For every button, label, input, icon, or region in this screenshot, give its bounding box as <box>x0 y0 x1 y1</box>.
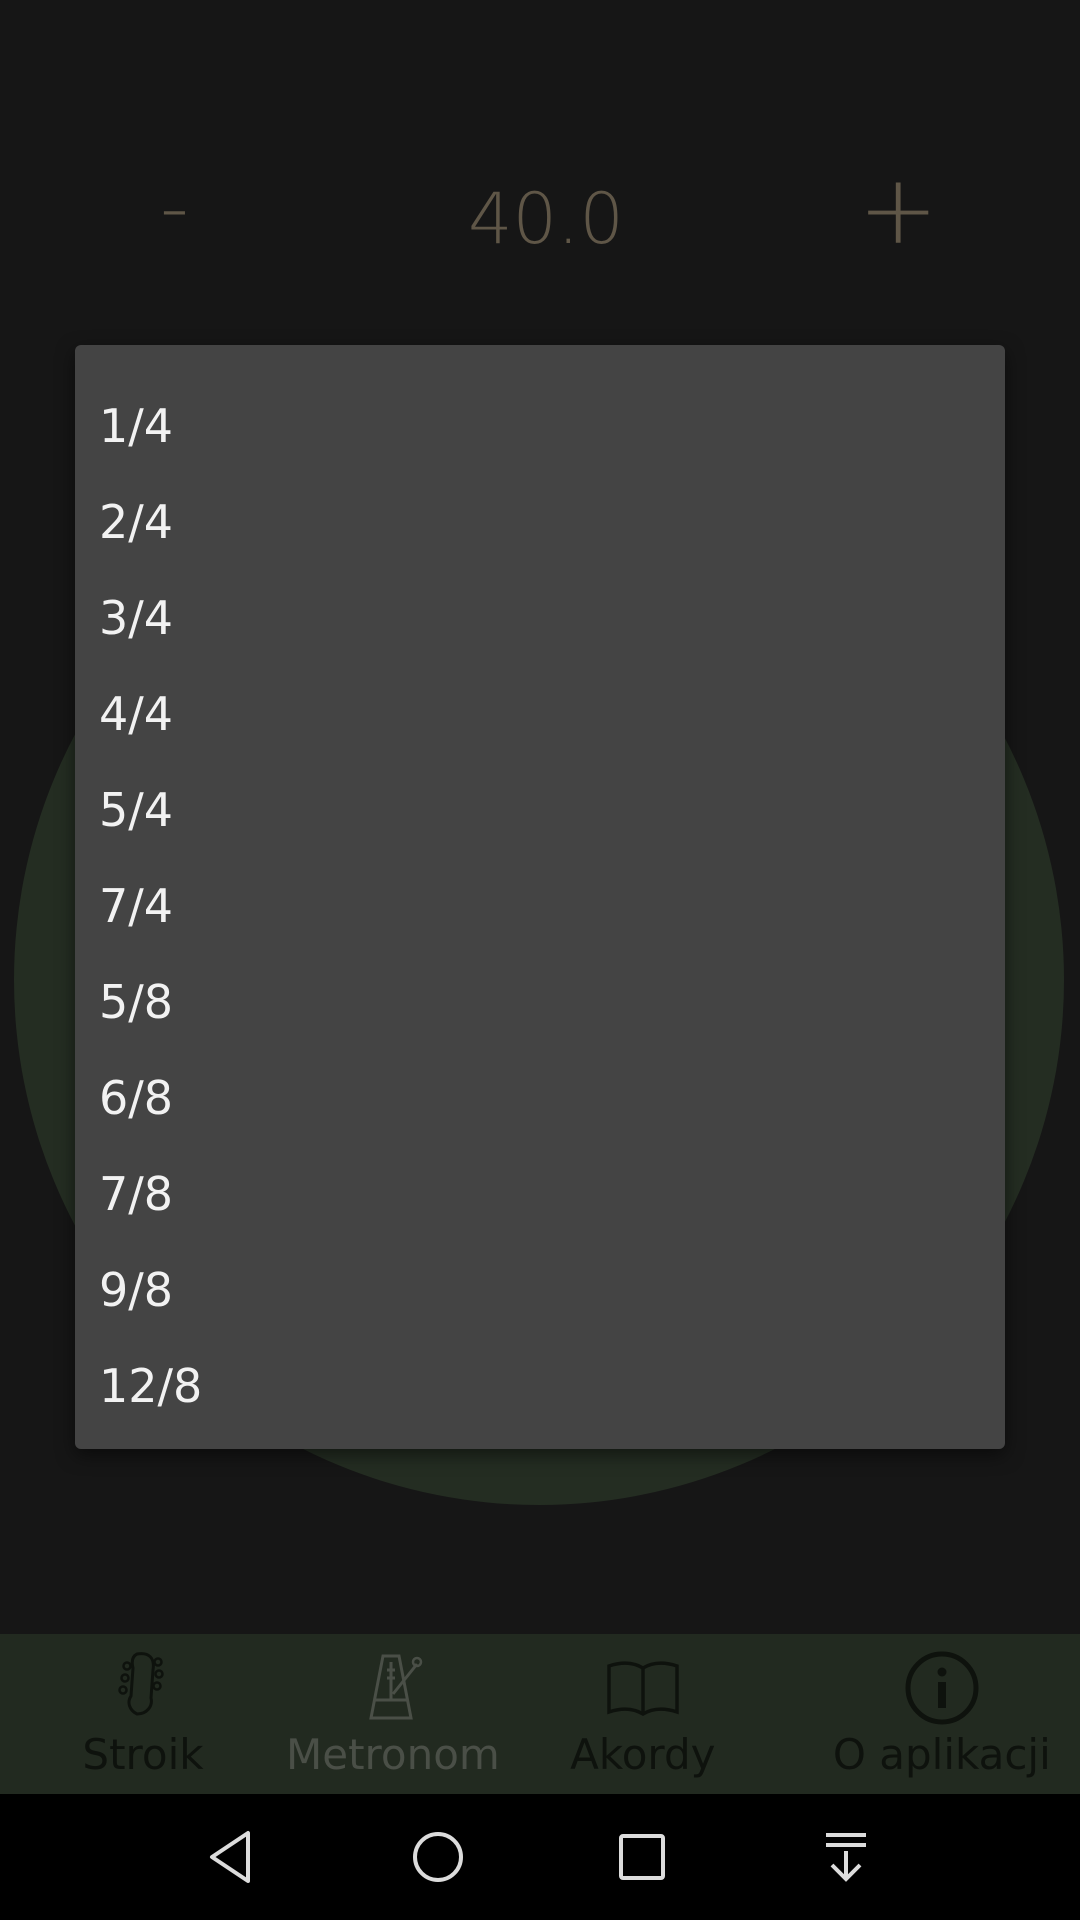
time-signature-option[interactable]: 4/4 <box>75 666 1005 762</box>
time-signature-option[interactable]: 7/4 <box>75 858 1005 954</box>
nav-item-metronom[interactable]: Metronom <box>286 1634 500 1794</box>
time-signature-option[interactable]: 5/8 <box>75 954 1005 1050</box>
open-book-icon <box>607 1661 679 1717</box>
nav-label-akordy: Akordy <box>570 1730 716 1779</box>
home-button[interactable] <box>336 1794 540 1920</box>
back-icon <box>210 1831 250 1883</box>
guitar-headstock-icon <box>118 1652 164 1716</box>
time-signature-option[interactable]: 2/4 <box>75 474 1005 570</box>
nav-item-stroik[interactable]: Stroik <box>0 1634 286 1794</box>
metronome-icon <box>369 1654 423 1720</box>
time-signature-popup: 1/4 2/4 3/4 4/4 5/4 7/4 5/8 6/8 7/8 9/8 … <box>75 345 1005 1449</box>
nav-item-o-aplikacji[interactable]: O aplikacji <box>786 1634 1080 1794</box>
recents-icon <box>619 1834 665 1880</box>
info-icon <box>905 1651 979 1725</box>
back-button[interactable] <box>132 1794 336 1920</box>
notifications-pull-button[interactable] <box>744 1794 948 1920</box>
nav-item-akordy[interactable]: Akordy <box>500 1634 786 1794</box>
time-signature-option[interactable]: 12/8 <box>75 1338 1005 1434</box>
time-signature-option[interactable]: 9/8 <box>75 1242 1005 1338</box>
home-icon <box>413 1832 463 1882</box>
time-signature-option[interactable]: 6/8 <box>75 1050 1005 1146</box>
time-signature-option[interactable]: 3/4 <box>75 570 1005 666</box>
metronome-screen: - 40.0 + Stroik Metronom Akordy O aplika… <box>0 0 1080 1920</box>
tempo-decrease-button[interactable]: - <box>160 168 189 248</box>
nav-label-metronom: Metronom <box>286 1730 500 1779</box>
recents-button[interactable] <box>540 1794 744 1920</box>
bottom-navigation: Stroik Metronom Akordy O aplikacji <box>0 1634 1080 1794</box>
nav-label-stroik: Stroik <box>82 1730 204 1779</box>
nav-label-o-aplikacji: O aplikacji <box>832 1730 1051 1779</box>
time-signature-option[interactable]: 7/8 <box>75 1146 1005 1242</box>
time-signature-option[interactable]: 5/4 <box>75 762 1005 858</box>
system-navigation-bar <box>0 1794 1080 1920</box>
tempo-value: 40.0 <box>468 178 624 260</box>
tempo-increase-button[interactable]: + <box>858 162 938 258</box>
time-signature-option[interactable]: 1/4 <box>75 378 1005 474</box>
notifications-pull-icon <box>826 1833 866 1882</box>
